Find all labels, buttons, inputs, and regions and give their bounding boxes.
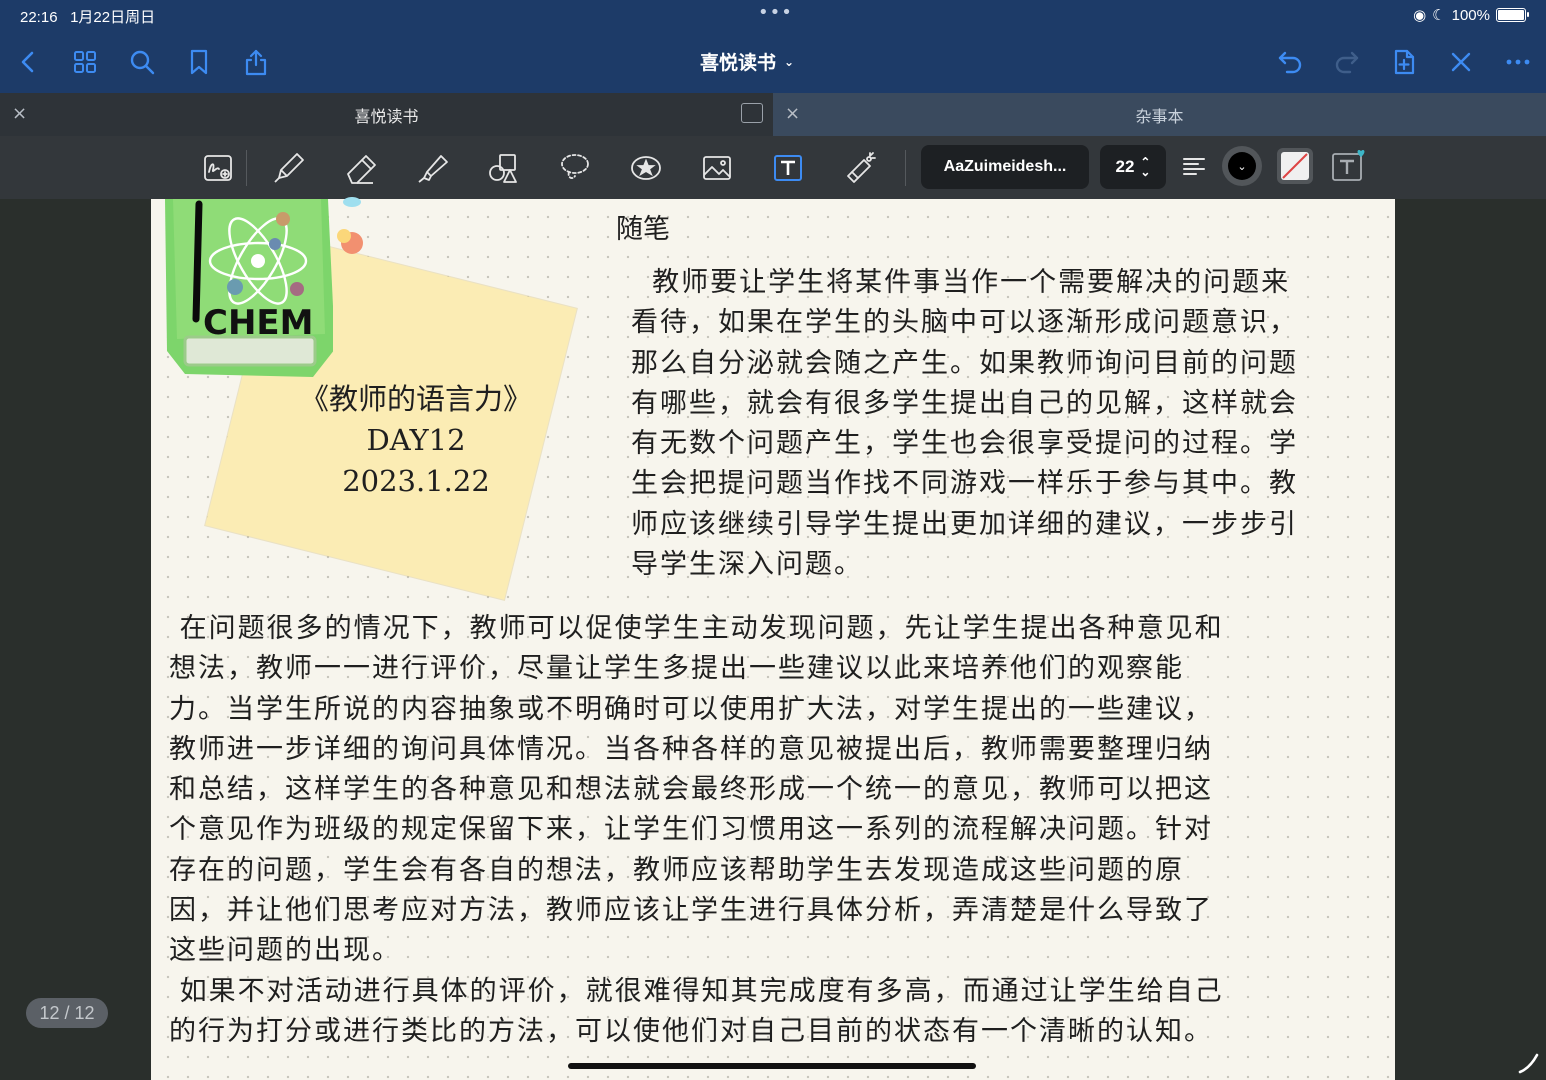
text-box-paragraph-2[interactable]: 在问题很多的情况下，教师可以促使学生主动发现问题，先让学生提出各种意见和 想法，…: [169, 609, 1379, 1052]
date-label: 2023.1.22: [342, 464, 490, 498]
lasso-icon[interactable]: [555, 148, 595, 188]
bookmark-icon[interactable]: [181, 44, 217, 80]
text-align-icon[interactable]: [1180, 152, 1210, 182]
toolbar-divider: [905, 150, 906, 186]
sticker-dot: [337, 229, 351, 243]
split-view-icon[interactable]: [741, 103, 763, 123]
chem-sticker[interactable]: CHEM: [163, 199, 333, 379]
background-color-swatch[interactable]: [1277, 148, 1313, 184]
sticker-dot: [343, 197, 361, 207]
text-tool-icon[interactable]: [768, 148, 808, 188]
font-selector[interactable]: AaZuimeidesh...: [921, 145, 1089, 189]
notebook-page[interactable]: CHEM 《教师的语言力》 DAY12 2023.1.22 随笔 教师要让学生将…: [151, 197, 1395, 1080]
pencil-icon[interactable]: [1515, 1050, 1541, 1076]
zoom-handwriting-icon[interactable]: [198, 148, 238, 188]
tab-close-icon[interactable]: ×: [785, 103, 800, 124]
sticky-note-text: 《教师的语言力》 DAY12 2023.1.22: [281, 379, 551, 502]
status-time: 22:16 1月22日周日: [20, 9, 156, 26]
font-size-stepper[interactable]: 22 ⌃ ⌄: [1100, 145, 1166, 189]
drawing-toolbar: [0, 136, 1546, 199]
tab-bar: × 喜悦读书 × 杂事本: [0, 93, 1546, 136]
add-page-icon[interactable]: [1386, 44, 1422, 80]
shapes-icon[interactable]: [484, 148, 524, 188]
moon-icon: ☾: [1432, 7, 1446, 24]
redo-icon[interactable]: [1329, 44, 1365, 80]
laser-pointer-icon[interactable]: [840, 148, 880, 188]
color-dot-icon: ⌄: [1228, 152, 1256, 180]
book-title: 《教师的语言力》: [299, 382, 532, 416]
search-icon[interactable]: [124, 44, 160, 80]
text-style-icon[interactable]: [1330, 148, 1370, 184]
tab-xiyue-dushu[interactable]: × 喜悦读书: [0, 93, 773, 136]
stepper-chevron-icon: ⌃ ⌄: [1140, 155, 1151, 179]
multitasking-dots-icon[interactable]: •••: [758, 2, 793, 23]
tab-label: 喜悦读书: [354, 106, 419, 126]
day-label: DAY12: [366, 423, 466, 457]
sticker-icon[interactable]: [626, 148, 666, 188]
highlighter-icon[interactable]: [413, 148, 453, 188]
battery-icon: [1496, 8, 1529, 22]
tab-label: 杂事本: [1135, 106, 1184, 126]
more-icon[interactable]: [1500, 44, 1536, 80]
home-indicator[interactable]: [568, 1063, 976, 1069]
undo-icon[interactable]: [1272, 44, 1308, 80]
page-indicator[interactable]: 12 / 12: [26, 998, 108, 1028]
back-icon[interactable]: [10, 44, 46, 80]
note-heading[interactable]: 随笔: [616, 207, 670, 246]
text-color-swatch[interactable]: ⌄: [1222, 146, 1262, 186]
text-box-paragraph-1[interactable]: 教师要让学生将某件事当作一个需要解决的问题来 看待，如果在学生的头脑中可以逐渐形…: [631, 263, 1391, 585]
document-title[interactable]: 喜悦读书 ⌄: [700, 48, 794, 75]
share-icon[interactable]: [238, 44, 274, 80]
chevron-down-icon: ⌄: [784, 54, 795, 69]
orientation-lock-icon: ◉: [1413, 7, 1427, 24]
status-right: ◉ ☾ 100%: [1413, 6, 1529, 24]
sticker-text: CHEM: [203, 303, 313, 343]
grid-icon[interactable]: [67, 44, 103, 80]
toolbar-divider: [246, 150, 247, 186]
image-icon[interactable]: [697, 148, 737, 188]
battery-percent: 100%: [1451, 6, 1490, 24]
tab-close-icon[interactable]: ×: [12, 103, 27, 124]
close-icon[interactable]: [1443, 44, 1479, 80]
tab-zashi-ben[interactable]: × 杂事本: [773, 93, 1546, 136]
top-navigation-bar: 22:16 1月22日周日 ••• ◉ ☾ 100% 喜悦读书 ⌄: [0, 0, 1546, 93]
pen-icon[interactable]: [269, 148, 309, 188]
eraser-icon[interactable]: [341, 148, 381, 188]
